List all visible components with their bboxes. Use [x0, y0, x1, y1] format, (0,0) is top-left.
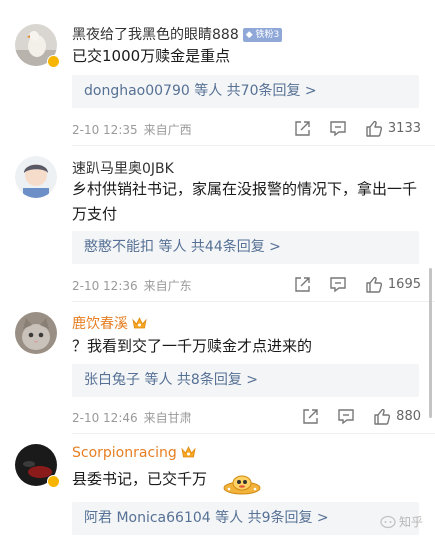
comment-text: 乡村供销社书记，家属在没报警的情况下，拿出一千万支付 [72, 180, 418, 223]
fan-badge-label: 铁粉3 [255, 30, 280, 40]
ufo-emoji-icon [223, 475, 261, 495]
like-count: 880 [396, 408, 421, 424]
like-icon [374, 408, 391, 425]
replies-suffix: 等人 [154, 239, 191, 255]
comment-meta: 2-10 12:46 来自甘肃 [72, 409, 192, 426]
watermark: 知乎 [380, 513, 423, 530]
divider [72, 301, 435, 302]
replies-users: 憨憨不能扣 [84, 239, 154, 255]
replies-users: 阿君 Monica66104 [84, 510, 211, 526]
replies-suffix: 等人 [140, 372, 177, 388]
comment-meta: 2-10 12:35 来自广西 [72, 121, 192, 138]
like-count: 1695 [387, 276, 421, 292]
comment-text-content: 县委书记，已交千万 [72, 470, 208, 488]
replies-count: 共9条回复 > [247, 510, 329, 526]
divider [72, 433, 435, 434]
crown-icon [181, 446, 196, 458]
fan-badge: ◆ 铁粉3 [242, 28, 283, 42]
replies-link[interactable]: 阿君 Monica66104 等人 共9条回复 > [72, 502, 419, 535]
comment-date: 2-10 12:35 [72, 123, 138, 137]
replies-count: 共8条回复 > [176, 372, 258, 388]
replies-link[interactable]: donghao00790 等人 共70条回复 > [72, 75, 419, 108]
share-icon [295, 276, 310, 292]
replies-suffix: 等人 [189, 83, 227, 99]
like-count: 3133 [387, 120, 421, 136]
reply-button[interactable] [329, 276, 347, 293]
replies-count: 共44条回复 > [190, 239, 281, 255]
comment-location: 来自广西 [143, 123, 192, 137]
avatar[interactable] [15, 156, 57, 198]
reply-button[interactable] [329, 120, 347, 137]
replies-users: 张白兔子 [84, 372, 140, 388]
zhihu-logo-icon [380, 515, 396, 528]
replies-link[interactable]: 张白兔子 等人 共8条回复 > [72, 364, 419, 397]
scrollbar[interactable] [429, 268, 432, 418]
comment-text: 县委书记，已交千万 [72, 467, 207, 492]
like-button[interactable]: 1695 [365, 276, 421, 293]
comment-icon [338, 408, 354, 424]
share-button[interactable] [302, 408, 319, 425]
comment-icon [330, 276, 346, 292]
comment-username[interactable]: 速趴马里奥0JBK [72, 158, 174, 178]
divider [72, 145, 435, 146]
like-button[interactable]: 880 [373, 408, 421, 425]
comment-date: 2-10 12:36 [72, 279, 138, 293]
comment-location: 来自甘肃 [143, 411, 192, 425]
comment-username[interactable]: 鹿饮春溪 [72, 313, 147, 333]
comment-actions: 3133 [276, 118, 421, 138]
comment-location: 来自广东 [143, 279, 192, 293]
comment-meta: 2-10 12:36 来自广东 [72, 277, 192, 294]
crown-icon [132, 317, 147, 329]
share-icon [303, 408, 318, 424]
replies-users: donghao00790 [84, 83, 190, 99]
like-button[interactable]: 3133 [365, 120, 421, 137]
watermark-text: 知乎 [398, 515, 423, 529]
verified-badge-icon [47, 55, 60, 68]
comment-username[interactable]: Scorpionracing [72, 445, 196, 461]
verified-badge-icon [47, 475, 60, 488]
avatar[interactable] [15, 312, 57, 354]
username-text[interactable]: 鹿饮春溪 [72, 316, 128, 332]
share-icon [295, 120, 310, 136]
comment-username[interactable]: 黑夜给了我黑色的眼睛888 ◆ 铁粉3 [72, 24, 283, 44]
share-button[interactable] [294, 120, 311, 137]
comment-text: 已交1000万赎金是重点 [72, 47, 231, 65]
comment-date: 2-10 12:46 [72, 411, 138, 425]
like-icon [366, 276, 382, 293]
comment-actions: 1695 [276, 274, 421, 294]
replies-suffix: 等人 [210, 510, 248, 526]
like-icon [366, 120, 382, 137]
share-button[interactable] [294, 276, 311, 293]
username-text[interactable]: 黑夜给了我黑色的眼睛888 [72, 27, 239, 43]
comment-text: ？我看到交了一千万赎金才点进来的 [72, 337, 313, 355]
reply-button[interactable] [337, 408, 355, 425]
comment-icon [330, 120, 346, 136]
replies-count: 共70条回复 > [226, 83, 317, 99]
replies-link[interactable]: 憨憨不能扣 等人 共44条回复 > [72, 231, 419, 264]
comment-actions: 880 [284, 406, 421, 426]
username-text[interactable]: Scorpionracing [72, 445, 177, 461]
